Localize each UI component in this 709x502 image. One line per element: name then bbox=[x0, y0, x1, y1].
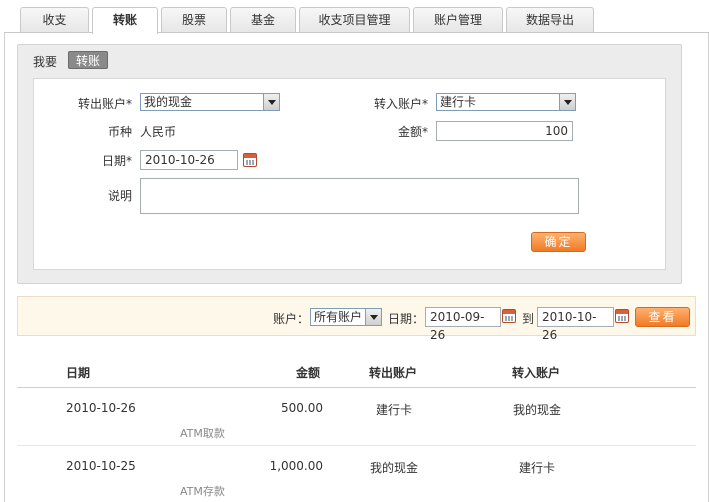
row-to-account: 建行卡 bbox=[518, 461, 555, 475]
filter-account-value: 所有账户 bbox=[314, 310, 363, 324]
row-from-account: 建行卡 bbox=[375, 403, 412, 417]
tab-data-export[interactable]: 数据导出 bbox=[506, 7, 594, 33]
currency-label: 币种 bbox=[107, 125, 132, 139]
row-date: 2010-10-26 bbox=[66, 401, 136, 415]
column-header-from-account: 转出账户 bbox=[369, 366, 418, 380]
form-fields-area: 转出账户* 我的现金 转入账户* 建行卡 币种 人民币 金额* 100 日期* … bbox=[33, 78, 666, 270]
filter-account-label: 账户： bbox=[273, 312, 310, 326]
row-divider bbox=[17, 445, 696, 446]
date-label: 日期* bbox=[101, 154, 132, 168]
from-account-value: 我的现金 bbox=[144, 95, 193, 109]
row-to-account: 我的现金 bbox=[512, 403, 561, 417]
row-amount: 500.00 bbox=[281, 401, 323, 415]
header-divider bbox=[17, 387, 696, 388]
calendar-icon[interactable] bbox=[243, 153, 257, 167]
column-header-amount: 金额 bbox=[296, 366, 321, 380]
tab-income-expense[interactable]: 收支 bbox=[20, 7, 89, 33]
calendar-icon[interactable] bbox=[502, 309, 516, 323]
amount-input[interactable]: 100 bbox=[436, 121, 573, 141]
note-label: 说明 bbox=[107, 189, 132, 203]
currency-value: 人民币 bbox=[140, 125, 177, 139]
tab-account-management[interactable]: 账户管理 bbox=[413, 7, 503, 33]
chevron-down-icon[interactable] bbox=[263, 94, 279, 110]
column-header-date: 日期 bbox=[66, 366, 91, 380]
tab-funds[interactable]: 基金 bbox=[230, 7, 296, 33]
confirm-button[interactable]: 确定 bbox=[531, 232, 586, 252]
date-input[interactable]: 2010-10-26 bbox=[140, 150, 238, 170]
tab-stocks[interactable]: 股票 bbox=[161, 7, 227, 33]
view-button[interactable]: 查看 bbox=[635, 307, 690, 327]
filter-bar: 账户： 所有账户 日期： 2010-09-26 到 2010-10-26 查看 bbox=[17, 296, 696, 342]
transfer-mode-badge[interactable]: 转账 bbox=[68, 51, 108, 69]
filter-account-select[interactable]: 所有账户 bbox=[310, 308, 382, 326]
to-account-value: 建行卡 bbox=[440, 95, 477, 109]
filter-to-label: 到 bbox=[522, 312, 535, 326]
row-amount: 1,000.00 bbox=[269, 459, 323, 473]
row-note: ATM取款 bbox=[180, 427, 225, 440]
filter-date-to-input[interactable]: 2010-10-26 bbox=[537, 307, 614, 342]
tab-transfer[interactable]: 转账 bbox=[92, 7, 158, 34]
calendar-icon[interactable] bbox=[615, 309, 629, 323]
chevron-down-icon[interactable] bbox=[559, 94, 575, 110]
column-header-to-account: 转入账户 bbox=[512, 366, 561, 380]
from-account-label: 转出账户* bbox=[77, 97, 132, 111]
filter-date-from-input[interactable]: 2010-09-26 bbox=[425, 307, 501, 342]
row-note: ATM存款 bbox=[180, 485, 225, 498]
tab-bar: 收支 转账 股票 基金 收支项目管理 账户管理 数据导出 bbox=[0, 0, 709, 34]
note-textarea[interactable] bbox=[140, 178, 579, 214]
tab-category-management[interactable]: 收支项目管理 bbox=[299, 7, 410, 33]
from-account-select[interactable]: 我的现金 bbox=[140, 93, 280, 111]
form-heading: 我要 bbox=[33, 55, 58, 69]
amount-label: 金额* bbox=[397, 125, 428, 139]
chevron-down-icon[interactable] bbox=[365, 309, 381, 325]
to-account-label: 转入账户* bbox=[373, 97, 428, 111]
to-account-select[interactable]: 建行卡 bbox=[436, 93, 576, 111]
filter-date-label: 日期： bbox=[388, 312, 425, 326]
row-date: 2010-10-25 bbox=[66, 459, 136, 473]
row-from-account: 我的现金 bbox=[369, 461, 418, 475]
transfer-form: 我要 转账 转出账户* 我的现金 转入账户* 建行卡 币种 人民币 金额* 10… bbox=[17, 44, 682, 284]
